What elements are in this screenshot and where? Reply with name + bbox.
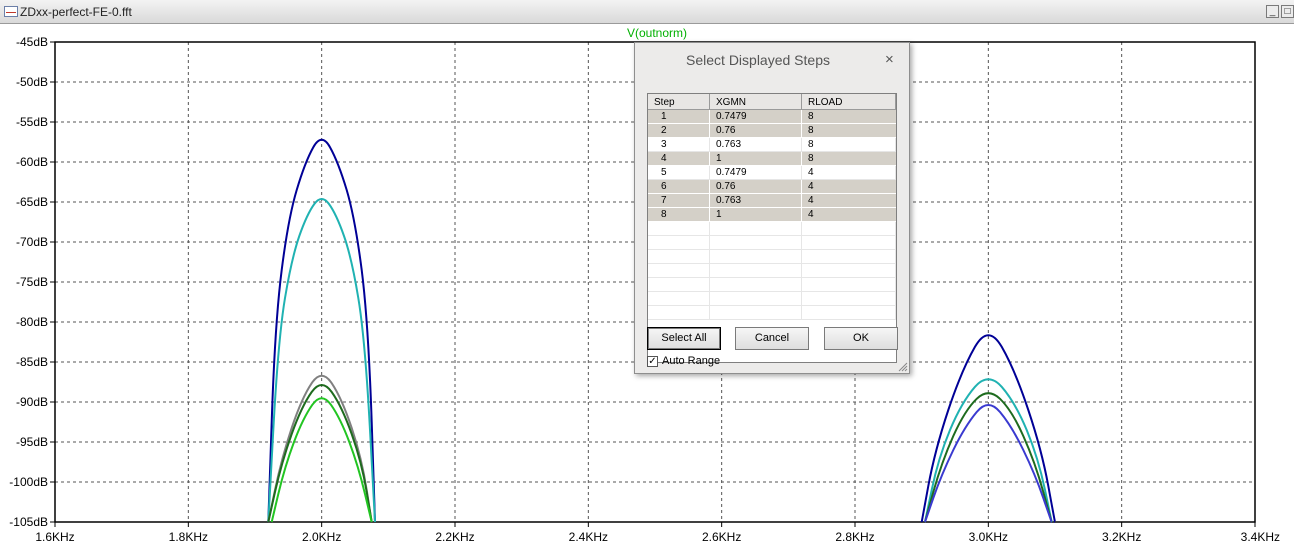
table-row[interactable]: 4 1 8 [648, 152, 896, 166]
step-cell: 3 [648, 138, 710, 151]
empty-rows [648, 222, 896, 320]
column-header-rload[interactable]: RLOAD [802, 94, 896, 109]
xgmn-cell: 0.7479 [710, 110, 802, 123]
window-title: ZDxx-perfect-FE-0.fft [20, 5, 132, 19]
rload-cell: 4 [808, 209, 814, 220]
waveform-app-icon [4, 6, 18, 17]
y-tick-label: -90dB [16, 395, 48, 409]
empty-table-row [648, 222, 896, 236]
y-tick-label: -100dB [9, 475, 48, 489]
y-tick-label: -80dB [16, 315, 48, 329]
table-row[interactable]: 1 0.7479 8 [648, 110, 896, 124]
step-cell: 6 [648, 180, 710, 193]
table-row[interactable]: 7 0.763 4 [648, 194, 896, 208]
x-tick-label: 2.8KHz [835, 530, 874, 544]
xgmn-cell: 0.763 [710, 138, 802, 151]
table-row[interactable]: 6 0.76 4 [648, 180, 896, 194]
column-header-step[interactable]: Step [648, 94, 710, 109]
x-tick-label: 2.2KHz [435, 530, 474, 544]
empty-table-row [648, 250, 896, 264]
rload-cell: 8 [808, 153, 814, 164]
step-cell: 8 [648, 208, 710, 221]
empty-table-row [648, 292, 896, 306]
x-tick-label: 2.0KHz [302, 530, 341, 544]
x-tick-label: 3.0KHz [969, 530, 1008, 544]
step-cell: 1 [648, 110, 710, 123]
y-tick-label: -95dB [16, 435, 48, 449]
table-header: Step XGMN RLOAD [648, 94, 896, 110]
y-tick-label: -50dB [16, 75, 48, 89]
table-row[interactable]: 2 0.76 8 [648, 124, 896, 138]
minimize-button[interactable]: _ [1266, 5, 1279, 18]
x-tick-label: 3.4KHz [1241, 530, 1280, 544]
xgmn-cell: 0.7479 [710, 166, 802, 179]
x-tick-label: 2.6KHz [702, 530, 741, 544]
table-body: 1 0.7479 8 2 0.76 8 3 0.763 8 4 1 8 5 0. [648, 110, 896, 222]
select-all-button[interactable]: Select All [647, 327, 721, 350]
y-tick-label: -105dB [9, 515, 48, 529]
auto-range-label: Auto Range [662, 355, 721, 367]
xgmn-cell: 0.76 [710, 180, 802, 193]
dialog-title: Select Displayed Steps [686, 52, 830, 68]
xgmn-cell: 1 [710, 208, 802, 221]
y-tick-label: -85dB [16, 355, 48, 369]
rload-cell: 8 [808, 111, 814, 122]
xgmn-cell: 1 [710, 152, 802, 165]
xgmn-cell: 0.763 [710, 194, 802, 207]
step-cell: 2 [648, 124, 710, 137]
table-row[interactable]: 3 0.763 8 [648, 138, 896, 152]
auto-range-checkbox[interactable]: ✓ [647, 355, 658, 367]
rload-cell: 4 [808, 195, 814, 206]
xgmn-cell: 0.76 [710, 124, 802, 137]
restore-button[interactable]: □ [1281, 5, 1294, 18]
step-cell: 4 [648, 152, 710, 165]
y-tick-label: -60dB [16, 155, 48, 169]
trace-title[interactable]: V(outnorm) [627, 26, 687, 40]
x-tick-label: 3.2KHz [1102, 530, 1141, 544]
rload-cell: 4 [802, 166, 896, 179]
y-axis: -45dB -50dB -55dB -60dB -65dB -70dB -75dB -80dB… [9, 35, 55, 529]
y-tick-label: -70dB [16, 235, 48, 249]
resize-grip-icon[interactable] [898, 362, 908, 372]
rload-cell: 8 [802, 138, 896, 151]
empty-table-row [648, 264, 896, 278]
y-tick-label: -75dB [16, 275, 48, 289]
steps-table[interactable]: Step XGMN RLOAD 1 0.7479 8 2 0.76 8 3 0.… [647, 93, 897, 363]
empty-table-row [648, 278, 896, 292]
cancel-button[interactable]: Cancel [735, 327, 809, 350]
y-tick-label: -45dB [16, 35, 48, 49]
table-row[interactable]: 8 1 4 [648, 208, 896, 222]
x-tick-label: 2.4KHz [569, 530, 608, 544]
y-tick-label: -65dB [16, 195, 48, 209]
x-axis: 1.6KHz 1.8KHz 2.0KHz 2.2KHz 2.4KHz 2.6KHz 2.8K… [35, 522, 1280, 544]
x-tick-label: 1.6KHz [35, 530, 74, 544]
table-row[interactable]: 5 0.7479 4 [648, 166, 896, 180]
x-tick-label: 1.8KHz [169, 530, 208, 544]
step-cell: 7 [648, 194, 710, 207]
ok-button[interactable]: OK [824, 327, 898, 350]
step-cell: 5 [648, 166, 710, 179]
select-steps-dialog: Select Displayed Steps × Step XGMN RLOAD… [634, 42, 910, 374]
y-tick-label: -55dB [16, 115, 48, 129]
rload-cell: 4 [808, 181, 814, 192]
close-button[interactable]: × [885, 51, 894, 68]
window-titlebar: ZDxx-perfect-FE-0.fft _ □ [0, 0, 1294, 24]
empty-table-row [648, 306, 896, 320]
auto-range-option[interactable]: ✓ Auto Range [647, 355, 720, 367]
column-header-xgmn[interactable]: XGMN [710, 94, 802, 109]
rload-cell: 8 [808, 125, 814, 136]
empty-table-row [648, 236, 896, 250]
